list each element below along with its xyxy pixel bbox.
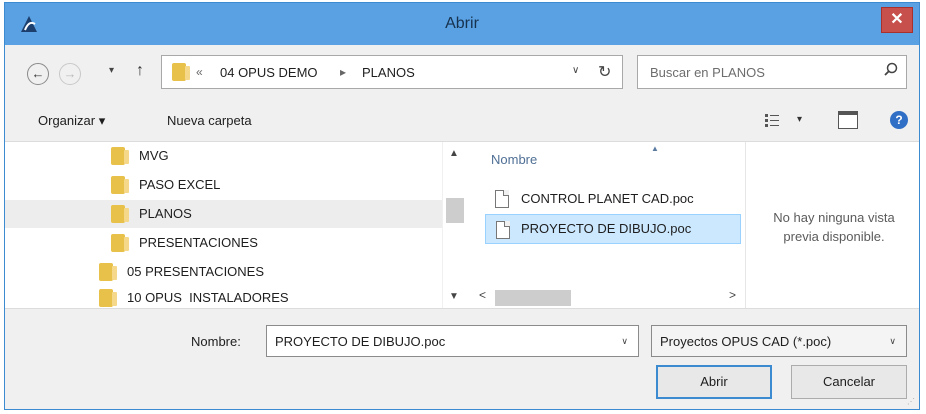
scroll-thumb[interactable] [495,290,571,306]
scroll-thumb[interactable] [446,198,464,223]
bottom-panel: Nombre: PROYECTO DE DIBUJO.poc ∨ Proyect… [5,309,919,409]
view-options-icon[interactable] [765,113,783,127]
tree-item-paso-excel[interactable]: PASO EXCEL [5,171,442,199]
close-button[interactable]: ✕ [881,7,913,33]
tree-item-presentaciones[interactable]: PRESENTACIONES [5,229,442,257]
folder-icon [172,63,190,81]
breadcrumb-04-opus-demo[interactable]: 04 OPUS DEMO [220,65,318,80]
file-type-value: Proyectos OPUS CAD (*.poc) [660,334,832,349]
title-bar: Abrir ✕ [5,3,919,45]
file-name: PROYECTO DE DIBUJO.poc [521,221,692,236]
tree-item-label: 10 OPUS INSTALADORES [127,290,289,305]
window-title: Abrir [445,15,479,32]
tree-item-mvg[interactable]: MVG [5,142,442,170]
open-dialog: Abrir ✕ ← → ▾ ↑ « 04 OPUS DEMO ▸ PLANOS … [4,2,920,410]
resize-grip-icon[interactable]: ⋰ [907,397,917,407]
view-dropdown-icon[interactable]: ▾ [797,114,802,125]
search-box[interactable]: Buscar en PLANOS [637,55,907,89]
tree-item-05-presentaciones[interactable]: 05 PRESENTACIONES [5,258,442,286]
preview-pane: No hay ninguna vista previa disponible. [745,142,919,308]
address-bar[interactable]: « 04 OPUS DEMO ▸ PLANOS ∨ ↻ [161,55,623,89]
file-name-value[interactable]: PROYECTO DE DIBUJO.poc [275,334,445,349]
chevron-down-icon[interactable]: ∨ [621,336,628,347]
chevron-down-icon[interactable]: ∨ [889,336,896,347]
tree-vertical-scrollbar[interactable]: ▲ ▼ [442,142,467,308]
file-horizontal-scrollbar[interactable]: < > [477,286,743,308]
refresh-icon[interactable]: ↻ [598,62,611,82]
breadcrumb-overflow[interactable]: « [196,65,203,79]
address-row: ← → ▾ ↑ « 04 OPUS DEMO ▸ PLANOS ∨ ↻ Busc… [5,45,919,103]
browser-area: MVG PASO EXCEL PLANOS PRESENTACIONES 05 … [5,141,919,309]
column-header-name[interactable]: Nombre [491,152,537,167]
folder-icon [99,263,117,281]
command-bar: Organizar ▾ Nueva carpeta ▾ ? [5,103,919,141]
scroll-down-icon[interactable]: ▼ [449,291,459,302]
tree-item-label: PASO EXCEL [139,177,221,192]
tree-item-planos[interactable]: PLANOS [5,200,442,228]
navigation-pane[interactable]: MVG PASO EXCEL PLANOS PRESENTACIONES 05 … [5,142,442,308]
breadcrumb-planos[interactable]: PLANOS [362,65,415,80]
tree-item-label: MVG [139,148,169,163]
organize-menu[interactable]: Organizar ▾ [38,113,105,129]
folder-icon [111,234,129,252]
sort-ascending-icon: ▲ [651,144,659,153]
breadcrumb-separator[interactable]: ▸ [340,65,346,79]
cancel-button[interactable]: Cancelar [791,365,907,399]
address-dropdown-icon[interactable]: ∨ [572,65,579,76]
search-icon[interactable] [884,62,898,76]
up-folder-button[interactable]: ↑ [136,62,144,80]
scroll-left-icon[interactable]: < [479,288,486,302]
search-input[interactable]: Buscar en PLANOS [650,65,765,80]
tree-item-label: PLANOS [139,206,192,221]
file-name-field[interactable]: PROYECTO DE DIBUJO.poc ∨ [266,325,639,357]
scroll-right-icon[interactable]: > [729,288,736,302]
file-type-select[interactable]: Proyectos OPUS CAD (*.poc) ∨ [651,325,907,357]
tree-item-10-opus-instaladores[interactable]: 10 OPUS INSTALADORES [5,284,442,312]
folder-icon [99,289,117,307]
scroll-up-icon[interactable]: ▲ [449,148,459,159]
forward-button[interactable]: → [59,63,81,85]
new-folder-button[interactable]: Nueva carpeta [167,113,252,128]
back-button[interactable]: ← [27,63,49,85]
document-icon [496,221,510,239]
preview-pane-icon[interactable] [838,111,858,129]
open-button[interactable]: Abrir [656,365,772,399]
preview-message: No hay ninguna vista previa disponible. [773,210,895,244]
recent-locations-dropdown-icon[interactable]: ▾ [109,65,114,76]
file-item[interactable]: CONTROL PLANET CAD.poc [485,184,741,214]
folder-icon [111,205,129,223]
close-icon: ✕ [890,11,904,28]
file-name: CONTROL PLANET CAD.poc [521,191,694,206]
tree-item-label: 05 PRESENTACIONES [127,264,265,279]
folder-icon [111,147,129,165]
tree-item-label: PRESENTACIONES [139,235,258,250]
document-icon [495,190,509,208]
file-item-selected[interactable]: PROYECTO DE DIBUJO.poc [485,214,741,244]
file-name-label: Nombre: [191,334,241,349]
file-list[interactable]: Nombre ▲ CONTROL PLANET CAD.poc PROYECTO… [477,142,743,308]
folder-icon [111,176,129,194]
help-icon[interactable]: ? [890,111,908,129]
